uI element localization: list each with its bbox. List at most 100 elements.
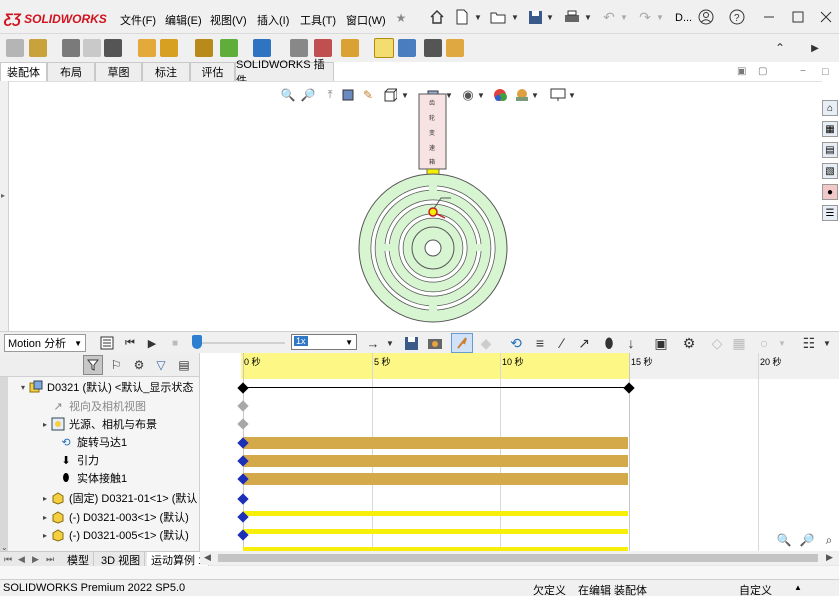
scroll-down-icon[interactable]: ⌄ [1,543,8,551]
instant3d-icon[interactable] [341,39,359,57]
linear-pattern-icon[interactable] [83,39,101,57]
update-speedpak-icon[interactable] [374,38,394,58]
save-icon[interactable] [526,8,544,26]
part-005-timebar[interactable] [243,529,628,534]
timeline-area[interactable]: 0 秒 5 秒 10 秒 15 秒 20 秒 🔍 🔎 ⌕ [200,353,839,551]
undo-icon[interactable]: ↶ [600,8,618,26]
contact-timebar[interactable] [243,473,628,485]
filter-animated-icon[interactable] [83,355,103,375]
gravity-icon[interactable]: ↓ [622,334,640,352]
chevron-down-icon[interactable]: ▼ [474,13,482,22]
contact-icon[interactable]: ⬮ [600,334,618,352]
scroll-next-icon[interactable]: ▶ [32,554,39,565]
zoom-to-fit-timeline-icon[interactable]: ⌕ [820,531,838,549]
motor-timebar[interactable] [243,437,628,449]
chevron-down-icon[interactable]: ▼ [511,13,519,22]
tree-scrollbar-left[interactable] [0,377,8,551]
zoom-out-timeline-icon[interactable]: 🔎 [798,531,816,549]
autokey-icon[interactable] [451,333,473,353]
scroll-left-icon[interactable]: ◀ [204,552,211,563]
show-hidden-icon[interactable] [160,39,178,57]
key-point-lights[interactable] [237,418,249,430]
new-document-icon[interactable] [453,8,471,26]
damper-icon[interactable]: ∕ [553,334,571,352]
tree-item-lights[interactable]: ▸ 光源、相机与布景 [40,415,157,433]
assembly-timebar[interactable] [243,387,629,388]
tab-layout[interactable]: 布局 [47,62,95,81]
previous-view-icon[interactable]: ⤒ [321,86,339,104]
key-point-part-01[interactable] [237,493,249,505]
help-icon[interactable]: ? [728,8,746,26]
tile-pane-icon[interactable]: ▢ [758,66,767,77]
play-from-start-icon[interactable]: ⏮ [121,334,139,352]
maximize-pane-icon[interactable]: □ [822,66,829,78]
scroll-prev-icon[interactable]: ◀ [18,554,25,565]
chevron-down-icon[interactable]: ▼ [546,13,554,22]
hscroll-thumb[interactable] [218,554,818,562]
expand-arrow-icon[interactable]: ▸ [40,513,50,522]
file-explorer-icon[interactable]: ▤ [822,142,838,158]
calculate-icon[interactable] [98,334,116,352]
restore-pane-icon[interactable]: ▣ [737,66,746,77]
user-name[interactable]: D... [675,12,692,24]
collapse-tree-icon[interactable]: ▤ [175,356,193,374]
chevron-up-icon[interactable]: ▲ [794,583,802,592]
key-point-start[interactable] [237,382,249,394]
key-point-end[interactable] [623,382,635,394]
minimize-pane-icon[interactable]: − [800,66,806,77]
expand-right-icon[interactable]: ▶ [806,39,824,57]
tab-3d-view[interactable]: 3D 视图 [97,552,146,567]
save-animation-icon[interactable] [402,334,420,352]
tab-assembly[interactable]: 装配体 [0,62,47,81]
home-icon[interactable] [428,8,446,26]
model-graphic[interactable]: 齿 轮 变 速 箱 [349,82,519,332]
zoom-in-timeline-icon[interactable]: 🔍 [775,531,793,549]
tab-model[interactable]: 模型 [63,552,94,567]
timeline-ruler[interactable] [241,353,629,379]
view-settings-icon[interactable] [549,86,567,104]
open-folder-icon[interactable] [489,8,507,26]
add-key-icon[interactable]: ◆ [477,334,495,352]
large-assembly-icon[interactable] [446,39,464,57]
scroll-right-icon[interactable]: ▶ [826,552,833,563]
chevron-down-icon[interactable]: ▼ [778,339,786,348]
take-snapshot-icon[interactable] [398,39,416,57]
zoom-to-area-icon[interactable]: 🔎 [299,86,317,104]
menu-view[interactable]: 视图(V) [210,12,247,28]
move-component-icon[interactable] [138,39,156,57]
play-icon[interactable]: ▶ [143,334,161,352]
expand-arrow-icon[interactable]: ▸ [40,531,50,540]
assembly-features-icon[interactable] [195,39,213,57]
mate-icon[interactable] [29,39,47,57]
simulation-setup-icon[interactable]: ◇ [708,334,726,352]
scroll-first-icon[interactable]: ⏮ [4,554,12,565]
new-motion-study-icon[interactable] [253,39,271,57]
zoom-to-fit-icon[interactable]: 🔍 [279,86,297,104]
expand-panel-icon[interactable]: ▸ [1,191,5,200]
design-study-icon[interactable]: ○ [755,334,773,352]
filter-results-icon[interactable]: ▽ [152,356,170,374]
spring-icon[interactable]: ≡ [531,334,549,352]
study-type-select[interactable]: Motion 分析 ▼ [4,334,86,352]
collapse-ribbon-icon[interactable]: ⌃ [771,39,789,57]
tree-item-contact[interactable]: ⬮ 实体接触1 [58,469,128,487]
filter-driving-icon[interactable]: ⚐ [107,356,125,374]
chevron-down-icon[interactable]: ▼ [584,13,592,22]
account-icon[interactable] [697,8,715,26]
close-icon[interactable] [817,8,835,26]
tree-item-view-camera[interactable]: ↗ 视向及相机视图 [50,397,146,415]
tree-item-gravity[interactable]: ⬇ 引力 [58,451,99,469]
timeline-hscroll[interactable]: ◀ ▶ [200,551,839,565]
chevron-down-icon[interactable]: ▼ [823,339,831,348]
tab-evaluate[interactable]: 评估 [190,62,235,81]
motor-icon[interactable]: ⟲ [507,334,525,352]
design-library-icon[interactable]: ▦ [822,121,838,137]
bill-of-materials-icon[interactable] [290,39,308,57]
collapse-arrow-icon[interactable]: ▾ [18,383,28,392]
motion-study-properties-icon[interactable]: ⚙ [680,334,698,352]
maximize-icon[interactable] [789,8,807,26]
key-point-view[interactable] [237,400,249,412]
tree-item-part-01[interactable]: ▸ (固定) D0321-01<1> (默认 [40,489,197,507]
results-and-plots-icon[interactable]: ▣ [652,334,670,352]
pin-icon[interactable]: ★ [392,9,410,27]
